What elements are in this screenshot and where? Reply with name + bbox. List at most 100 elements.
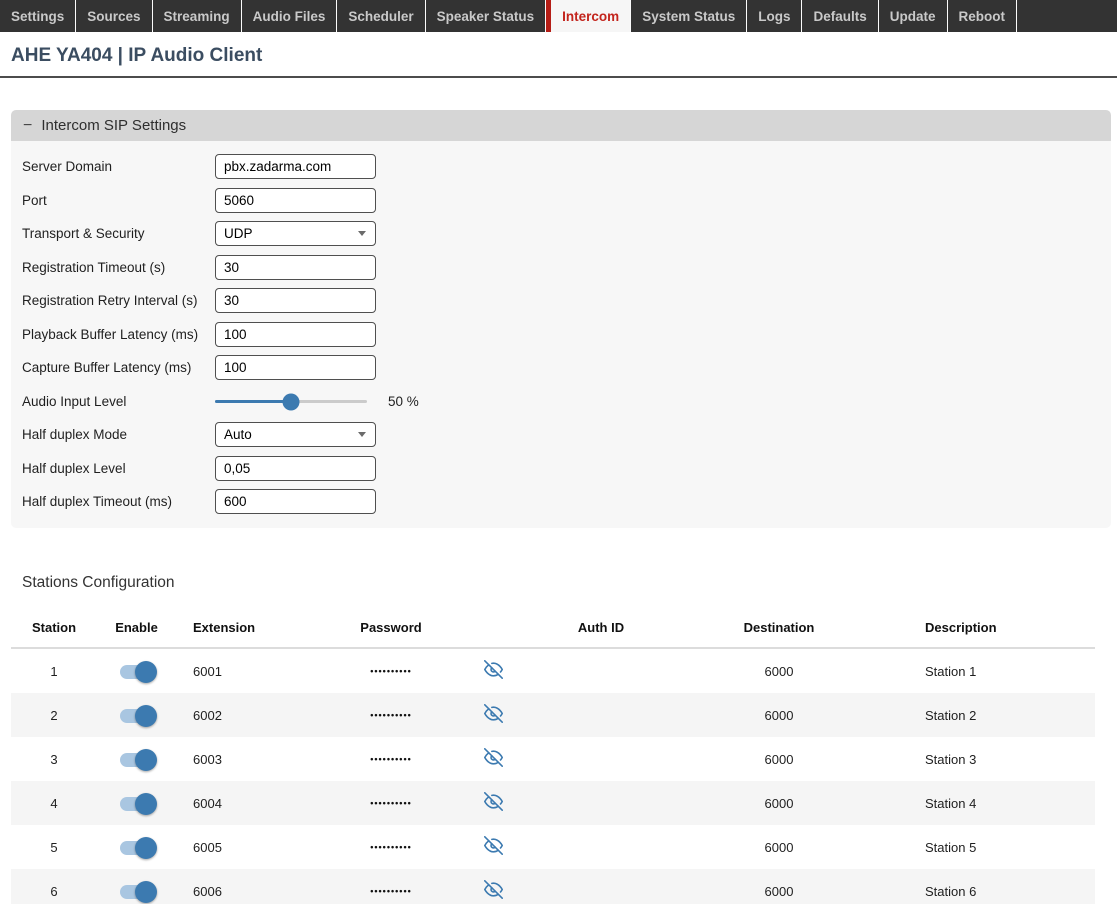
description-value[interactable]: Station 2 xyxy=(897,708,1095,723)
table-row: 1 6001 •••••••••• 6000 Station 1 xyxy=(11,649,1095,693)
destination-value[interactable]: 6000 xyxy=(661,664,897,679)
server-domain-input[interactable] xyxy=(215,154,376,179)
form-row-transport: Transport & Security UDP xyxy=(22,221,1111,246)
enable-toggle[interactable] xyxy=(120,753,154,767)
field-label: Server Domain xyxy=(22,159,215,174)
enable-toggle[interactable] xyxy=(120,885,154,899)
tab-scheduler[interactable]: Scheduler xyxy=(337,0,425,32)
sip-settings-panel-header[interactable]: − Intercom SIP Settings xyxy=(11,110,1111,141)
field-label: Audio Input Level xyxy=(22,394,215,409)
tab-sources[interactable]: Sources xyxy=(76,0,152,32)
toggle-knob xyxy=(135,705,157,727)
half-duplex-mode-select[interactable]: Auto xyxy=(215,422,376,447)
toggle-knob xyxy=(135,881,157,903)
stations-table: Station Enable Extension Password Auth I… xyxy=(11,608,1095,904)
tab-audio-files[interactable]: Audio Files xyxy=(242,0,338,32)
table-row: 4 6004 •••••••••• 6000 Station 4 xyxy=(11,781,1095,825)
password-masked[interactable]: •••••••••• xyxy=(336,842,446,852)
enable-toggle[interactable] xyxy=(120,665,154,679)
field-label: Playback Buffer Latency (ms) xyxy=(22,327,215,342)
description-value[interactable]: Station 5 xyxy=(897,840,1095,855)
page-title: AHE YA404 | IP Audio Client xyxy=(11,45,1106,67)
tab-reboot[interactable]: Reboot xyxy=(948,0,1018,32)
extension-value[interactable]: 6001 xyxy=(176,664,336,679)
enable-toggle[interactable] xyxy=(120,709,154,723)
tab-intercom[interactable]: Intercom xyxy=(546,0,631,32)
field-label: Half duplex Level xyxy=(22,461,215,476)
sip-settings-panel: − Intercom SIP Settings Server Domain Po… xyxy=(11,110,1111,528)
tab-speaker-status[interactable]: Speaker Status xyxy=(426,0,547,32)
field-label: Half duplex Timeout (ms) xyxy=(22,494,215,509)
col-header-station: Station xyxy=(11,620,97,635)
tab-system-status[interactable]: System Status xyxy=(631,0,747,32)
destination-value[interactable]: 6000 xyxy=(661,884,897,899)
slider-thumb[interactable] xyxy=(283,393,300,410)
eye-off-icon xyxy=(484,836,503,855)
audio-input-level-slider[interactable] xyxy=(215,392,367,410)
form-row-half-duplex-timeout: Half duplex Timeout (ms) xyxy=(22,489,1111,514)
station-number: 3 xyxy=(11,752,97,767)
form-row-half-duplex-level: Half duplex Level xyxy=(22,456,1111,481)
password-visibility-toggle[interactable] xyxy=(484,704,503,723)
collapse-icon[interactable]: − xyxy=(23,117,32,135)
description-value[interactable]: Station 3 xyxy=(897,752,1095,767)
tab-settings[interactable]: Settings xyxy=(0,0,76,32)
registration-timeout-input[interactable] xyxy=(215,255,376,280)
half-duplex-timeout-input[interactable] xyxy=(215,489,376,514)
extension-value[interactable]: 6002 xyxy=(176,708,336,723)
toggle-knob xyxy=(135,793,157,815)
col-header-enable: Enable xyxy=(97,620,176,635)
form-row-port: Port xyxy=(22,188,1111,213)
extension-value[interactable]: 6003 xyxy=(176,752,336,767)
transport-security-select[interactable]: UDP xyxy=(215,221,376,246)
playback-buffer-latency-input[interactable] xyxy=(215,322,376,347)
panel-title: Intercom SIP Settings xyxy=(41,117,186,134)
form-row-reg-timeout: Registration Timeout (s) xyxy=(22,255,1111,280)
toggle-knob xyxy=(135,837,157,859)
password-masked[interactable]: •••••••••• xyxy=(336,754,446,764)
extension-value[interactable]: 6005 xyxy=(176,840,336,855)
col-header-auth-id: Auth ID xyxy=(541,620,661,635)
page-header: AHE YA404 | IP Audio Client xyxy=(0,32,1117,78)
destination-value[interactable]: 6000 xyxy=(661,752,897,767)
tab-defaults[interactable]: Defaults xyxy=(802,0,878,32)
password-visibility-toggle[interactable] xyxy=(484,748,503,767)
field-label: Capture Buffer Latency (ms) xyxy=(22,360,215,375)
tab-streaming[interactable]: Streaming xyxy=(153,0,242,32)
description-value[interactable]: Station 1 xyxy=(897,664,1095,679)
field-label: Port xyxy=(22,193,215,208)
password-visibility-toggle[interactable] xyxy=(484,880,503,899)
tab-logs[interactable]: Logs xyxy=(747,0,802,32)
half-duplex-level-input[interactable] xyxy=(215,456,376,481)
station-number: 5 xyxy=(11,840,97,855)
field-label: Registration Retry Interval (s) xyxy=(22,293,215,308)
eye-off-icon xyxy=(484,704,503,723)
destination-value[interactable]: 6000 xyxy=(661,708,897,723)
password-masked[interactable]: •••••••••• xyxy=(336,710,446,720)
destination-value[interactable]: 6000 xyxy=(661,840,897,855)
tab-update[interactable]: Update xyxy=(879,0,948,32)
form-row-reg-retry: Registration Retry Interval (s) xyxy=(22,288,1111,313)
description-value[interactable]: Station 4 xyxy=(897,796,1095,811)
password-visibility-toggle[interactable] xyxy=(484,836,503,855)
enable-toggle[interactable] xyxy=(120,797,154,811)
password-masked[interactable]: •••••••••• xyxy=(336,798,446,808)
password-masked[interactable]: •••••••••• xyxy=(336,666,446,676)
password-visibility-toggle[interactable] xyxy=(484,660,503,679)
form-row-server-domain: Server Domain xyxy=(22,154,1111,179)
description-value[interactable]: Station 6 xyxy=(897,884,1095,899)
chevron-down-icon xyxy=(358,432,366,437)
field-label: Transport & Security xyxy=(22,226,215,241)
extension-value[interactable]: 6006 xyxy=(176,884,336,899)
destination-value[interactable]: 6000 xyxy=(661,796,897,811)
password-visibility-toggle[interactable] xyxy=(484,792,503,811)
port-input[interactable] xyxy=(215,188,376,213)
field-label: Registration Timeout (s) xyxy=(22,260,215,275)
password-masked[interactable]: •••••••••• xyxy=(336,886,446,896)
extension-value[interactable]: 6004 xyxy=(176,796,336,811)
capture-buffer-latency-input[interactable] xyxy=(215,355,376,380)
select-value: UDP xyxy=(224,226,253,241)
registration-retry-interval-input[interactable] xyxy=(215,288,376,313)
table-header-row: Station Enable Extension Password Auth I… xyxy=(11,608,1095,649)
enable-toggle[interactable] xyxy=(120,841,154,855)
